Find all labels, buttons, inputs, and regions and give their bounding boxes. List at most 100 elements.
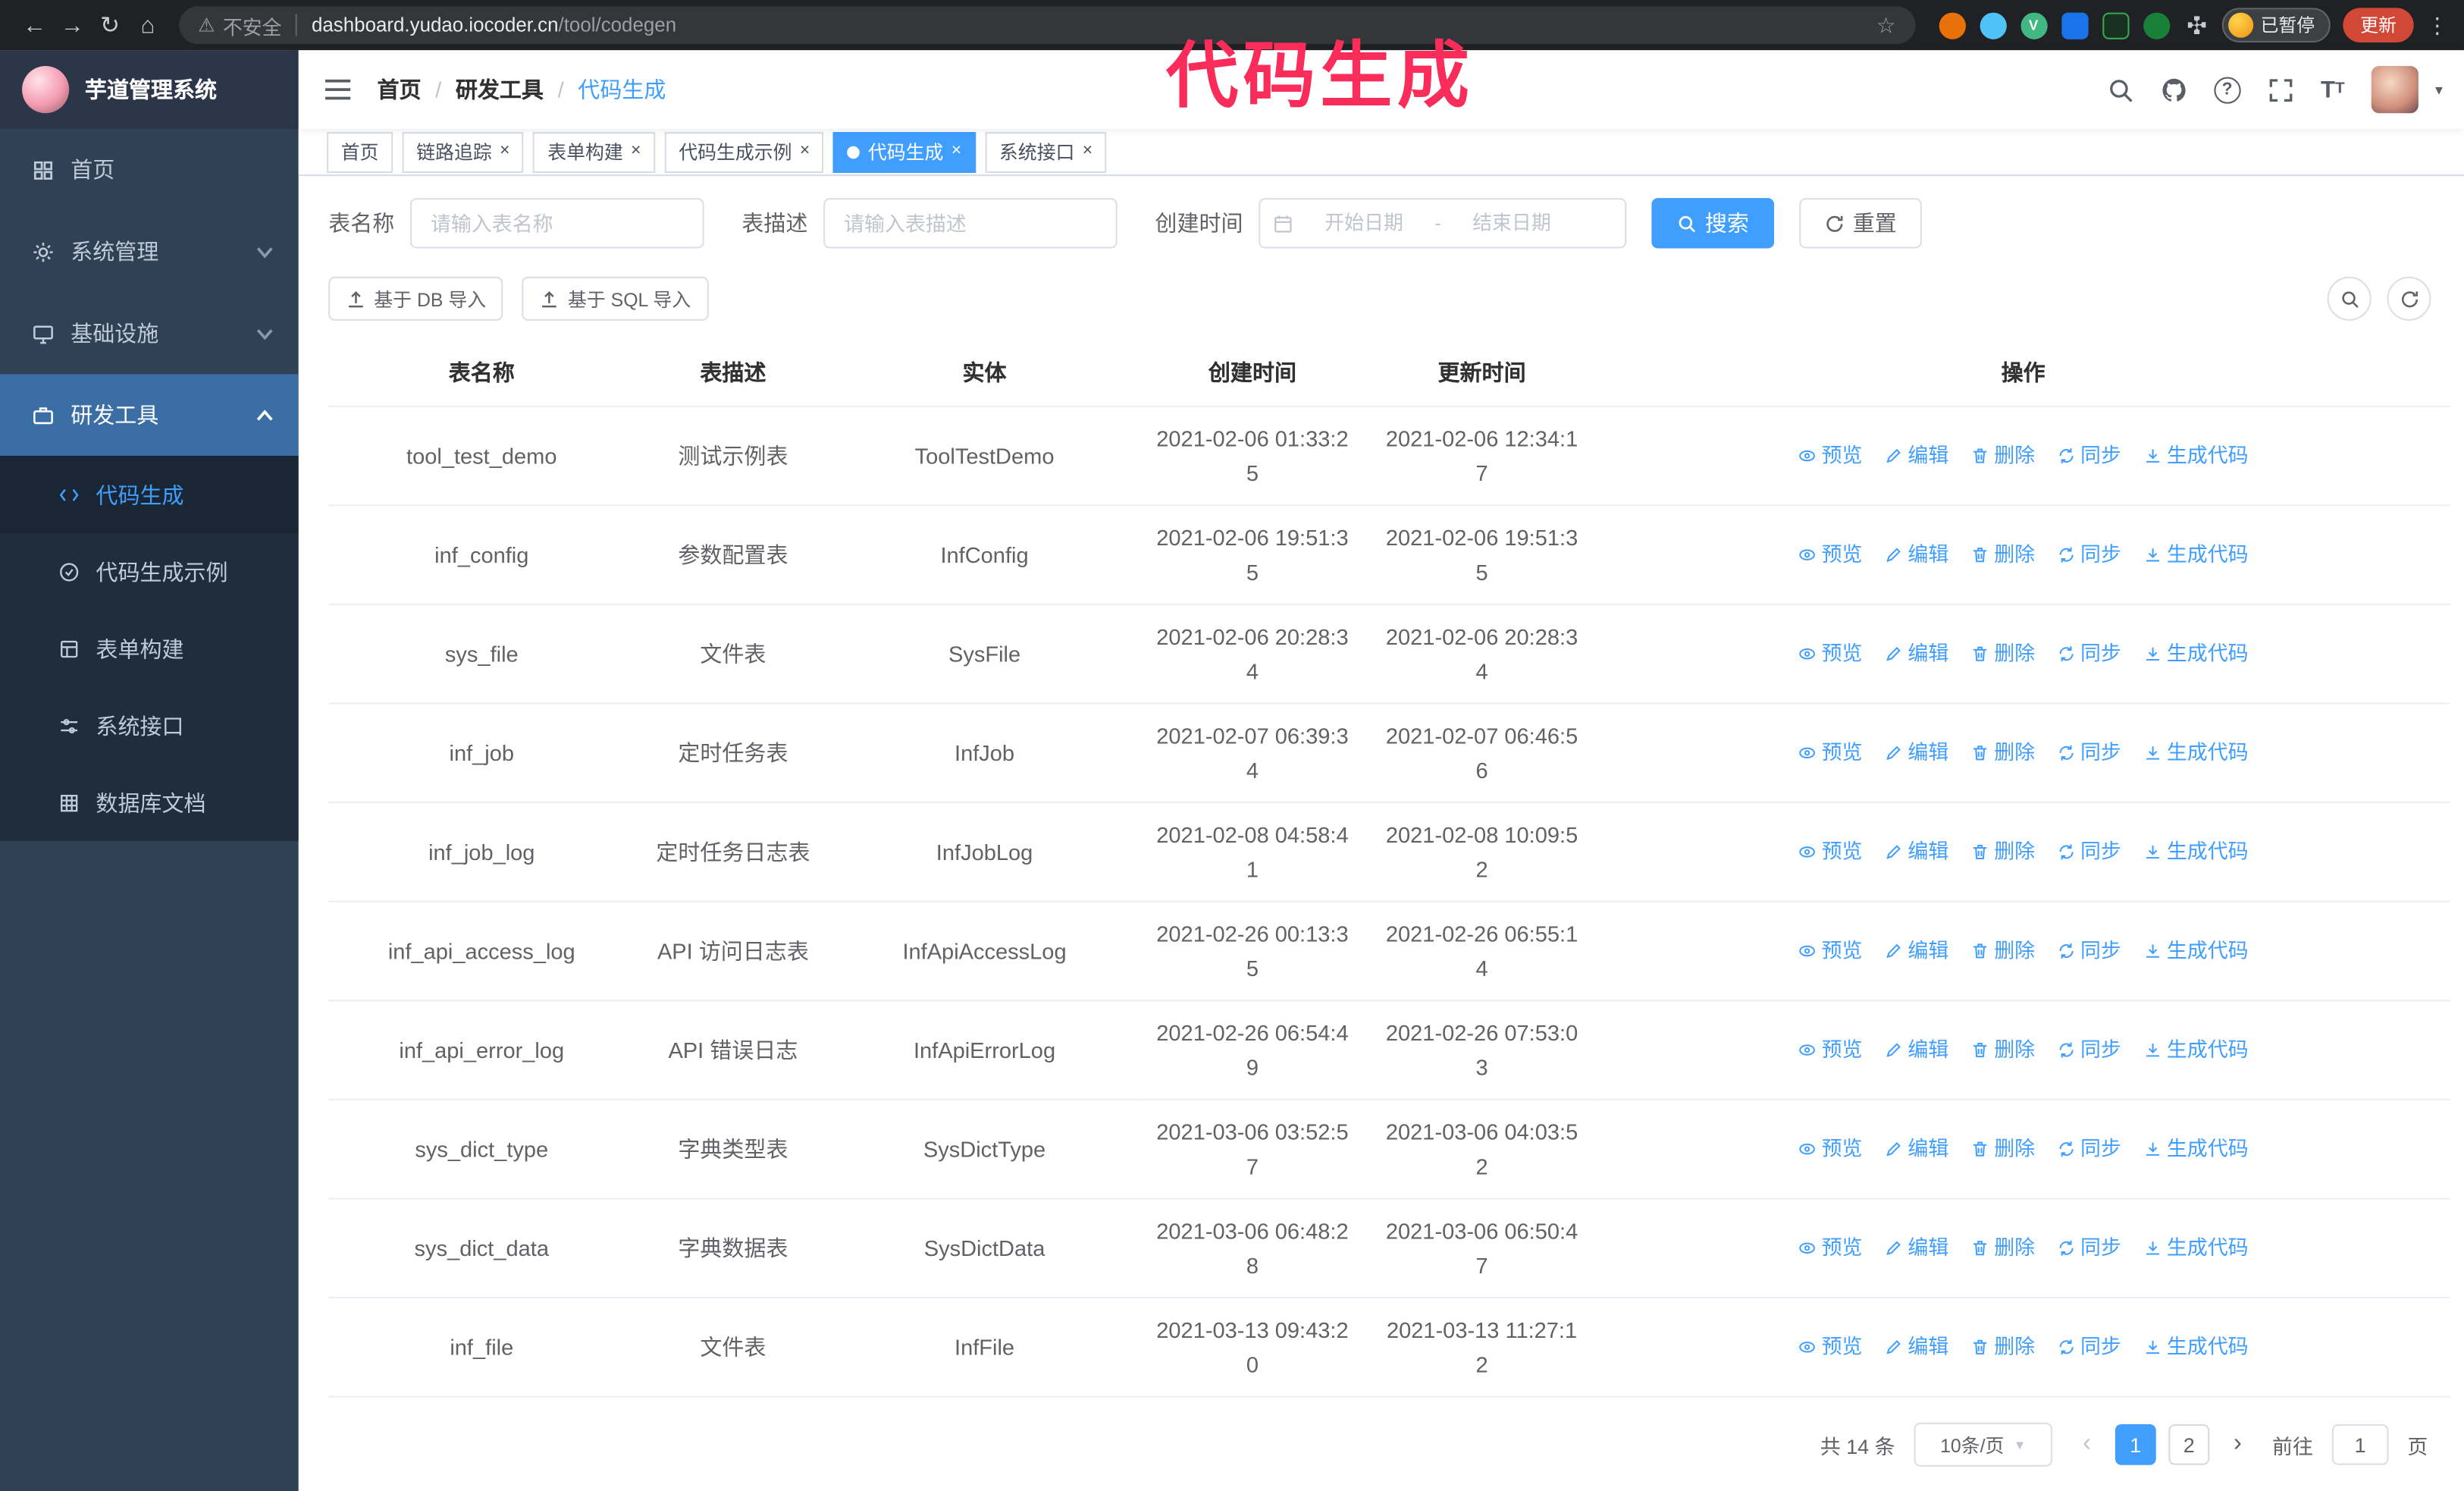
- sync-link[interactable]: 同步: [2057, 933, 2121, 968]
- generate-code-link[interactable]: 生成代码: [2143, 438, 2249, 472]
- breadcrumb-home[interactable]: 首页: [377, 74, 421, 105]
- refresh-table-button[interactable]: [2387, 276, 2431, 321]
- sidebar-item-system[interactable]: 系统管理: [0, 211, 299, 293]
- sidebar-item-form-builder[interactable]: 表单构建: [0, 610, 299, 687]
- edit-link[interactable]: 编辑: [1884, 537, 1948, 572]
- delete-link[interactable]: 删除: [1970, 1329, 2035, 1364]
- browser-menu-icon[interactable]: ⋮: [2426, 12, 2448, 39]
- sidebar-item-codegen-example[interactable]: 代码生成示例: [0, 533, 299, 611]
- sync-link[interactable]: 同步: [2057, 735, 2121, 770]
- sidebar-item-codegen[interactable]: 代码生成: [0, 456, 299, 533]
- generate-code-link[interactable]: 生成代码: [2143, 735, 2249, 770]
- tab-codegen-example[interactable]: 代码生成示例 ×: [664, 131, 824, 172]
- preview-link[interactable]: 预览: [1798, 1032, 1863, 1067]
- back-icon[interactable]: ←: [16, 6, 54, 44]
- delete-link[interactable]: 删除: [1970, 933, 2035, 968]
- prev-page-button[interactable]: ‹: [2071, 1430, 2102, 1458]
- toggle-search-button[interactable]: [2327, 276, 2372, 321]
- next-page-button[interactable]: ›: [2222, 1430, 2253, 1458]
- delete-link[interactable]: 删除: [1970, 438, 2035, 472]
- delete-link[interactable]: 删除: [1970, 636, 2035, 670]
- generate-code-link[interactable]: 生成代码: [2143, 1032, 2249, 1067]
- search-button[interactable]: 搜索: [1651, 198, 1775, 249]
- font-size-icon[interactable]: TT: [2321, 78, 2345, 102]
- hamburger-icon[interactable]: [324, 77, 352, 102]
- profile-paused-chip[interactable]: 已暂停: [2221, 8, 2331, 42]
- edit-link[interactable]: 编辑: [1884, 1329, 1948, 1364]
- sync-link[interactable]: 同步: [2057, 1230, 2121, 1265]
- date-range-picker[interactable]: -: [1259, 198, 1627, 249]
- forward-icon[interactable]: →: [53, 6, 91, 44]
- generate-code-link[interactable]: 生成代码: [2143, 537, 2249, 572]
- generate-code-link[interactable]: 生成代码: [2143, 636, 2249, 670]
- edit-link[interactable]: 编辑: [1884, 1230, 1948, 1265]
- import-db-button[interactable]: 基于 DB 导入: [328, 276, 503, 321]
- delete-link[interactable]: 删除: [1970, 1032, 2035, 1067]
- tab-tracing[interactable]: 链路追踪 ×: [402, 131, 525, 172]
- delete-link[interactable]: 删除: [1970, 537, 2035, 572]
- reload-icon[interactable]: ↻: [91, 6, 129, 44]
- bookmark-star-icon[interactable]: ☆: [1876, 12, 1896, 39]
- sync-link[interactable]: 同步: [2057, 636, 2121, 670]
- extension-icon[interactable]: [1938, 11, 1965, 39]
- tab-system-api[interactable]: 系统接口 ×: [985, 131, 1107, 172]
- extension-icon[interactable]: [2143, 11, 2170, 39]
- puzzle-extensions-icon[interactable]: [2183, 12, 2210, 39]
- preview-link[interactable]: 预览: [1798, 537, 1863, 572]
- breadcrumb-devtools[interactable]: 研发工具: [456, 74, 544, 105]
- fullscreen-icon[interactable]: [2267, 77, 2293, 103]
- edit-link[interactable]: 编辑: [1884, 438, 1948, 472]
- preview-link[interactable]: 预览: [1798, 1131, 1863, 1166]
- user-avatar[interactable]: [2371, 66, 2419, 114]
- delete-link[interactable]: 删除: [1970, 735, 2035, 770]
- preview-link[interactable]: 预览: [1798, 933, 1863, 968]
- import-sql-button[interactable]: 基于 SQL 导入: [522, 276, 708, 321]
- table-name-input[interactable]: [409, 198, 704, 249]
- edit-link[interactable]: 编辑: [1884, 1032, 1948, 1067]
- sidebar-item-db-docs[interactable]: 数据库文档: [0, 764, 299, 841]
- extension-icon[interactable]: [2061, 11, 2088, 39]
- page-button-1[interactable]: 1: [2114, 1424, 2156, 1465]
- tab-close-icon[interactable]: ×: [1083, 143, 1092, 161]
- sidebar-item-infra[interactable]: 基础设施: [0, 293, 299, 375]
- logo-row[interactable]: 芋道管理系统: [0, 50, 299, 129]
- tab-close-icon[interactable]: ×: [951, 143, 961, 161]
- vue-devtools-extension-icon[interactable]: V: [2020, 11, 2047, 39]
- extension-icon[interactable]: [2102, 11, 2129, 39]
- page-size-select[interactable]: 10条/页 ▼: [1914, 1422, 2052, 1467]
- edit-link[interactable]: 编辑: [1884, 636, 1948, 670]
- preview-link[interactable]: 预览: [1798, 438, 1863, 472]
- tab-home[interactable]: 首页: [327, 131, 393, 172]
- generate-code-link[interactable]: 生成代码: [2143, 1131, 2249, 1166]
- tab-codegen[interactable]: 代码生成 ×: [833, 131, 976, 172]
- sidebar-item-devtools[interactable]: 研发工具: [0, 374, 299, 457]
- table-desc-input[interactable]: [823, 198, 1118, 249]
- edit-link[interactable]: 编辑: [1884, 834, 1948, 869]
- page-button-2[interactable]: 2: [2168, 1424, 2210, 1465]
- edit-link[interactable]: 编辑: [1884, 1131, 1948, 1166]
- home-icon[interactable]: ⌂: [129, 6, 167, 44]
- sync-link[interactable]: 同步: [2057, 537, 2121, 572]
- tab-form-builder[interactable]: 表单构建 ×: [533, 131, 656, 172]
- preview-link[interactable]: 预览: [1798, 735, 1863, 770]
- github-icon[interactable]: [2161, 77, 2187, 103]
- start-date-input[interactable]: [1299, 212, 1429, 234]
- sidebar-item-system-api[interactable]: 系统接口: [0, 687, 299, 764]
- sync-link[interactable]: 同步: [2057, 834, 2121, 869]
- goto-page-input[interactable]: [2331, 1424, 2389, 1465]
- generate-code-link[interactable]: 生成代码: [2143, 834, 2249, 869]
- generate-code-link[interactable]: 生成代码: [2143, 1230, 2249, 1265]
- delete-link[interactable]: 删除: [1970, 834, 2035, 869]
- tab-close-icon[interactable]: ×: [500, 143, 509, 161]
- search-icon[interactable]: [2107, 77, 2133, 103]
- edit-link[interactable]: 编辑: [1884, 735, 1948, 770]
- reset-button[interactable]: 重置: [1799, 198, 1922, 249]
- delete-link[interactable]: 删除: [1970, 1131, 2035, 1166]
- sidebar-item-home[interactable]: 首页: [0, 129, 299, 211]
- preview-link[interactable]: 预览: [1798, 1230, 1863, 1265]
- help-icon[interactable]: ?: [2214, 76, 2241, 103]
- preview-link[interactable]: 预览: [1798, 834, 1863, 869]
- address-bar[interactable]: ⚠ 不安全 dashboard.yudao.iocoder.cn/tool/co…: [179, 6, 1915, 45]
- sync-link[interactable]: 同步: [2057, 438, 2121, 472]
- generate-code-link[interactable]: 生成代码: [2143, 933, 2249, 968]
